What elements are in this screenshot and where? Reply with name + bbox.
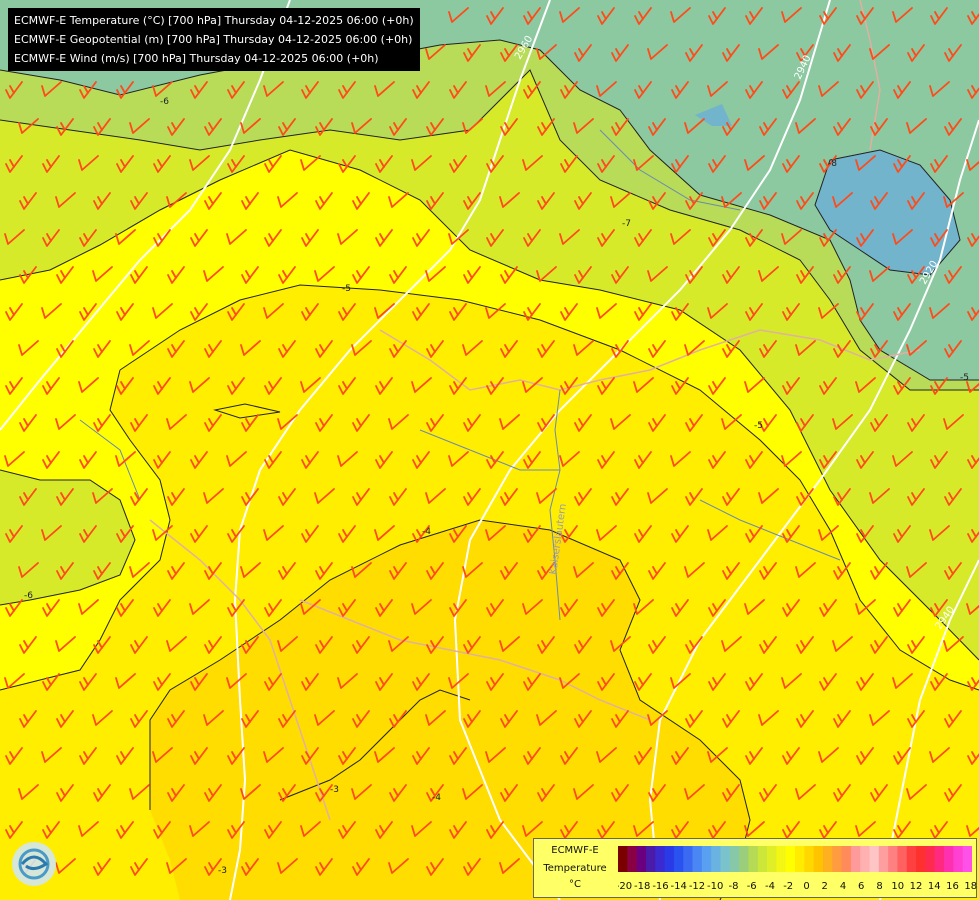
- legend-swatch: [804, 846, 815, 872]
- header-line-temperature: ECMWF-E Temperature (°C) [700 hPa] Thurs…: [14, 14, 414, 27]
- temperature-legend: ECMWF-E Temperature °C -20-18-16-14-12-1…: [533, 838, 977, 898]
- legend-tick-label: 8: [876, 881, 882, 892]
- legend-swatch: [822, 846, 833, 872]
- isotherm-label: -6: [24, 591, 33, 601]
- legend-swatch: [645, 846, 656, 872]
- legend-tick-labels: -20-18-16-14-12-10-8-6-4-202468101214161…: [618, 881, 977, 892]
- legend-swatch: [785, 846, 796, 872]
- isotherm-label: -3: [218, 866, 227, 876]
- legend-tick-label: -8: [729, 881, 739, 892]
- legend-swatch: [906, 846, 917, 872]
- legend-swatch: [757, 846, 768, 872]
- legend-swatch: [888, 846, 898, 872]
- legend-swatch: [767, 846, 777, 872]
- legend-tick-label: 2: [822, 881, 828, 892]
- legend-tick-label: -16: [652, 881, 668, 892]
- legend-tick-label: 4: [840, 881, 846, 892]
- isotherm-label: -7: [622, 219, 631, 229]
- legend-swatch: [711, 846, 721, 872]
- legend-swatch: [701, 846, 712, 872]
- legend-swatch: [953, 846, 964, 872]
- legend-tick-label: 14: [928, 881, 941, 892]
- legend-swatch: [739, 846, 749, 872]
- header-line-geopotential: ECMWF-E Geopotential (m) [700 hPa] Thurs…: [14, 33, 413, 46]
- legend-swatch: [636, 846, 647, 872]
- legend-unit: °C: [569, 879, 581, 890]
- legend-swatch: [934, 846, 945, 872]
- header-line-wind: ECMWF-E Wind (m/s) [700 hPa] Thursday 04…: [14, 52, 379, 65]
- legend-swatch: [878, 846, 889, 872]
- legend-swatch: [729, 846, 740, 872]
- legend-swatch: [776, 846, 787, 872]
- isotherm-label: -3: [330, 785, 339, 795]
- legend-swatch: [850, 846, 861, 872]
- legend-swatch: [916, 846, 926, 872]
- legend-swatch: [683, 846, 693, 872]
- legend-swatch: [673, 846, 684, 872]
- legend-swatch: [664, 846, 675, 872]
- isotherm-label: -4: [422, 527, 431, 537]
- legend-tick-label: 16: [946, 881, 959, 892]
- legend-swatch: [841, 846, 852, 872]
- isotherm-label: -6: [160, 97, 169, 107]
- legend-swatch: [944, 846, 954, 872]
- legend-tick-label: -18: [634, 881, 650, 892]
- legend-swatch: [813, 846, 824, 872]
- isotherm-label: -5: [342, 284, 351, 294]
- map-header: ECMWF-E Temperature (°C) [700 hPa] Thurs…: [8, 8, 420, 71]
- isotherm-label: -5: [960, 373, 969, 383]
- legend-tick-label: 6: [858, 881, 864, 892]
- weather-map: -8 -7 -6 -5 -5 -4 -4 -3 -3 -5 -6 2960 29…: [0, 0, 979, 900]
- legend-swatch: [860, 846, 870, 872]
- legend-swatch: [962, 846, 972, 872]
- legend-swatch: [795, 846, 805, 872]
- provider-logo-icon: [12, 842, 56, 886]
- legend-swatch: [618, 846, 628, 872]
- legend-swatch: [925, 846, 936, 872]
- temperature-fields: [0, 0, 979, 900]
- legend-swatch: [832, 846, 842, 872]
- legend-swatch: [692, 846, 703, 872]
- legend-swatch: [897, 846, 908, 872]
- isotherm-label: -5: [754, 421, 763, 431]
- legend-tick-label: 10: [891, 881, 904, 892]
- legend-tick-label: -20: [618, 881, 632, 892]
- isotherm-label: -4: [432, 793, 441, 803]
- legend-swatch: [655, 846, 665, 872]
- legend-swatch: [869, 846, 880, 872]
- legend-tick-label: 12: [910, 881, 923, 892]
- legend-tick-label: 0: [803, 881, 809, 892]
- legend-variable: Temperature: [543, 863, 607, 874]
- legend-model: ECMWF-E: [551, 845, 599, 856]
- legend-tick-label: -2: [783, 881, 793, 892]
- legend-tick-label: -14: [671, 881, 687, 892]
- legend-color-bar: [618, 846, 972, 872]
- legend-tick-label: -4: [765, 881, 775, 892]
- map-canvas: -8 -7 -6 -5 -5 -4 -4 -3 -3 -5 -6 2960 29…: [0, 0, 979, 900]
- legend-swatch: [748, 846, 759, 872]
- legend-tick-label: 18: [964, 881, 977, 892]
- legend-swatch: [627, 846, 638, 872]
- legend-tick-label: -6: [747, 881, 757, 892]
- legend-swatch: [720, 846, 731, 872]
- isotherm-label: -8: [828, 159, 837, 169]
- legend-tick-label: -12: [689, 881, 705, 892]
- legend-tick-label: -10: [707, 881, 723, 892]
